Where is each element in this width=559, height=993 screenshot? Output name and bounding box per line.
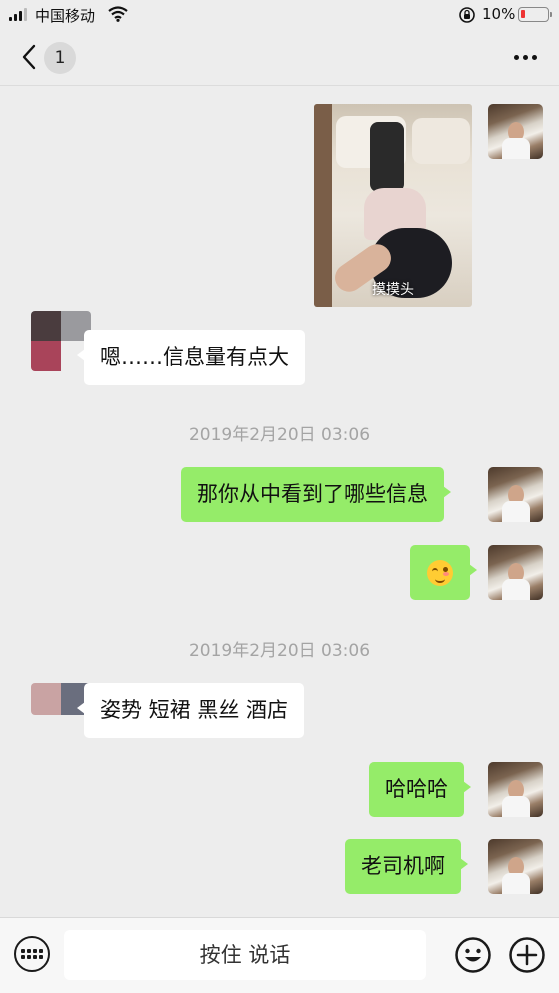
signal-icon <box>9 8 27 21</box>
carrier-name: 中国移动 <box>35 7 96 25</box>
contact-avatar[interactable] <box>31 311 91 371</box>
keyboard-icon[interactable] <box>14 936 50 972</box>
back-arrow-icon[interactable] <box>18 42 40 72</box>
my-avatar[interactable] <box>488 104 543 159</box>
my-avatar[interactable] <box>488 839 543 894</box>
unread-badge[interactable]: 1 <box>44 42 76 74</box>
status-bar: 中国移动 10% <box>0 0 559 28</box>
message-bubble[interactable]: 嗯……信息量有点大 <box>77 330 305 385</box>
emoji-bubble[interactable] <box>410 545 477 600</box>
emoji-icon[interactable] <box>454 936 492 974</box>
battery-icon <box>518 7 552 22</box>
message-bubble[interactable]: 姿势 短裙 黑丝 酒店 <box>76 683 305 738</box>
photo-caption: 摸摸头 <box>372 282 414 298</box>
shared-photo[interactable]: 摸摸头 <box>314 104 472 307</box>
more-options-icon[interactable] <box>514 55 537 60</box>
hold-to-talk-button[interactable]: 按住 说话 <box>64 930 426 980</box>
input-bar: 按住 说话 <box>0 917 559 993</box>
my-avatar[interactable] <box>488 545 543 600</box>
my-avatar[interactable] <box>488 467 543 522</box>
my-avatar[interactable] <box>488 762 543 817</box>
wifi-icon <box>108 6 128 22</box>
message-bubble[interactable]: 老司机啊 <box>345 839 468 894</box>
message-bubble[interactable]: 那你从中看到了哪些信息 <box>181 467 451 522</box>
message-timestamp: 2019年2月20日 03:06 <box>188 641 371 661</box>
message-timestamp: 2019年2月20日 03:06 <box>188 425 371 445</box>
plus-icon[interactable] <box>508 936 546 974</box>
orientation-lock-icon <box>459 7 475 23</box>
chat-header: 1 <box>0 28 559 86</box>
smiling-face-icon <box>427 560 453 586</box>
message-bubble[interactable]: 哈哈哈 <box>369 762 471 817</box>
battery-percent: 10% <box>482 5 516 23</box>
